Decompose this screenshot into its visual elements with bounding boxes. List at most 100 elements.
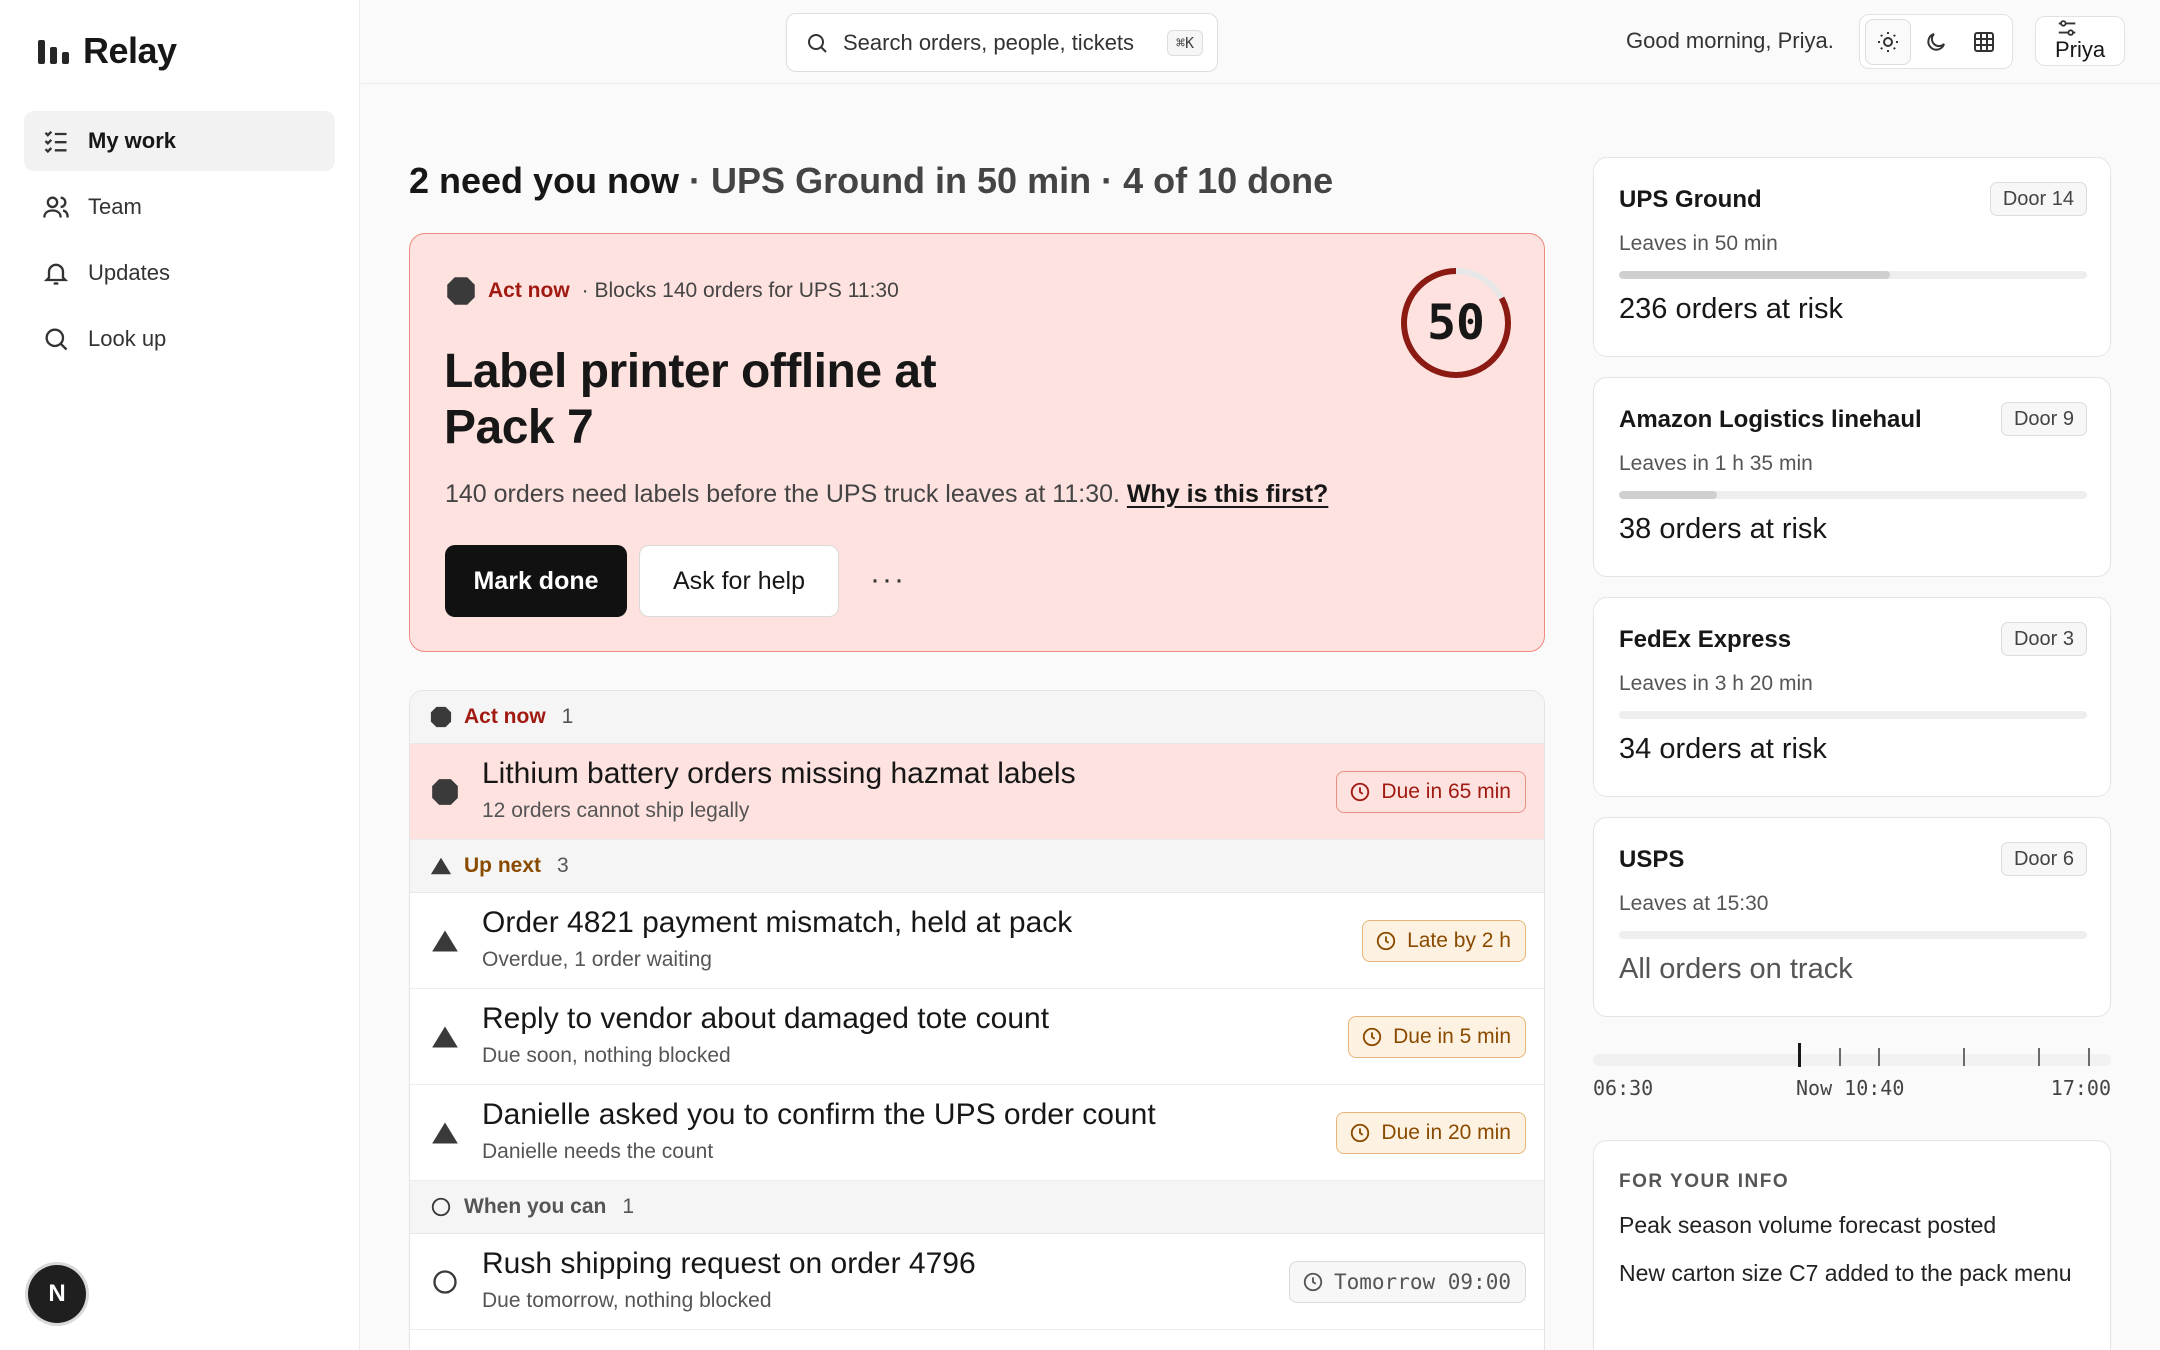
- sidebar-item-label: Look up: [88, 326, 167, 351]
- search-icon: [808, 33, 827, 53]
- mark-done-button[interactable]: Mark done: [445, 545, 627, 617]
- info-item[interactable]: Peak season volume forecast posted: [1619, 1207, 2079, 1243]
- task-subtitle: 12 orders cannot ship legally: [482, 799, 750, 822]
- sliders-icon: [2058, 20, 2076, 36]
- task-list: Act now 1 Lithium battery orders missing h…: [409, 690, 1545, 1350]
- group-count: 1: [622, 1195, 635, 1218]
- search-box[interactable]: ⌘K: [786, 13, 1218, 72]
- due-label: Due in 65 min: [1381, 780, 1511, 803]
- task-row[interactable]: Danielle asked you to confirm the UPS or…: [410, 1085, 1544, 1181]
- page-title: 2 need you now · UPS Ground in 50 min · …: [409, 160, 1333, 202]
- carrier-name: FedEx Express: [1619, 626, 1792, 653]
- task-title: Rush shipping request on order 4796: [482, 1247, 976, 1280]
- group-header-act[interactable]: Act now 1: [410, 691, 1544, 744]
- task-row[interactable]: Order 4821 payment mismatch, held at pac…: [410, 893, 1544, 989]
- carrier-name: Amazon Logistics linehaul: [1619, 406, 1922, 433]
- search-icon: [45, 328, 68, 351]
- priority-blocks: · Blocks 140 orders for UPS 11:30: [581, 279, 899, 302]
- sidebar-item-look-up[interactable]: Look up: [24, 309, 335, 369]
- group-label: Act now: [464, 705, 546, 728]
- user-name: Priya: [2054, 37, 2106, 62]
- circle-icon: [433, 1270, 457, 1294]
- priority-tag: Act now · Blocks 140 orders for UPS 11:3…: [446, 276, 899, 306]
- theme-grid-button[interactable]: [1961, 19, 2007, 65]
- sidebar-item-my-work[interactable]: My work: [24, 111, 335, 171]
- user-menu-button[interactable]: Priya: [2035, 16, 2125, 66]
- triangle-icon: [432, 1122, 458, 1144]
- task-row[interactable]: Rush shipping request on order 4796 Due t…: [410, 1234, 1544, 1330]
- timeline-now-label: Now 10:40: [1796, 1076, 1905, 1100]
- carrier-progress-fill: [1619, 271, 1891, 279]
- theme-dark-button[interactable]: [1913, 19, 1959, 65]
- sidebar-item-label: Updates: [88, 260, 170, 285]
- carrier-progress-bar: [1619, 711, 2087, 719]
- theme-light-button[interactable]: [1865, 18, 1911, 65]
- door-badge: Door 3: [2000, 622, 2087, 656]
- clock-icon: [1351, 782, 1370, 802]
- task-title: Lithium battery orders missing hazmat la…: [482, 757, 1076, 790]
- task-row[interactable]: Reply to vendor about damaged tote count…: [410, 989, 1544, 1085]
- due-label: Due in 20 min: [1381, 1121, 1511, 1144]
- group-label: Up next: [464, 854, 542, 877]
- carrier-card[interactable]: Amazon Logistics linehaul Door 9 Leaves in…: [1593, 377, 2111, 577]
- due-label: Tomorrow 09:00: [1333, 1270, 1511, 1294]
- info-item[interactable]: New carton size C7 added to the pack men…: [1619, 1255, 2079, 1291]
- countdown-value: 50: [1427, 295, 1485, 351]
- brand-logo[interactable]: Relay: [38, 30, 177, 72]
- carrier-card[interactable]: FedEx Express Door 3 Leaves in 3 h 20 min 3…: [1593, 597, 2111, 797]
- info-card: FOR YOUR INFO Peak season volume forecas…: [1593, 1140, 2111, 1350]
- carrier-progress-bar: [1619, 931, 2087, 939]
- group-header-can[interactable]: When you can 1: [410, 1181, 1544, 1234]
- timeline-now-marker: [1798, 1043, 1801, 1067]
- door-badge: Door 14: [1989, 182, 2087, 216]
- timeline-tick: [1839, 1048, 1841, 1066]
- due-badge: Tomorrow 09:00: [1288, 1261, 1526, 1303]
- carrier-departure: Leaves in 1 h 35 min: [1619, 452, 1813, 475]
- headline-progress: 4 of 10 done: [1123, 160, 1334, 201]
- due-badge: Late by 2 h: [1362, 920, 1526, 962]
- priority-description: 140 orders need labels before the UPS tr…: [445, 480, 1328, 509]
- timeline-elapsed: [1593, 1054, 1799, 1066]
- sun-icon: [1878, 31, 1898, 52]
- task-row[interactable]: Lithium battery orders missing hazmat la…: [410, 744, 1544, 840]
- door-badge: Door 6: [2000, 842, 2087, 876]
- ask-for-help-button[interactable]: Ask for help: [639, 545, 839, 617]
- carrier-risk: All orders on track: [1619, 953, 1853, 985]
- due-label: Late by 2 h: [1407, 929, 1511, 952]
- headline-truck: UPS Ground in 50 min: [711, 160, 1092, 201]
- carrier-name: UPS Ground: [1619, 186, 1762, 213]
- headline-separator: ·: [1091, 160, 1124, 201]
- group-count: 1: [561, 705, 574, 728]
- relay-logo-icon: [38, 38, 69, 64]
- circle-icon: [431, 1197, 451, 1217]
- sidebar-item-team[interactable]: Team: [24, 177, 335, 237]
- priority-title: Label printer offline at Pack 7: [444, 345, 937, 454]
- timeline-tick: [1878, 1048, 1880, 1066]
- due-badge: Due in 65 min: [1336, 771, 1526, 813]
- more-options-button[interactable]: ···: [866, 560, 910, 600]
- avatar[interactable]: N: [28, 1265, 86, 1323]
- clock-icon: [1303, 1272, 1323, 1292]
- clock-icon: [1376, 931, 1396, 951]
- carrier-card[interactable]: UPS Ground Door 14 Leaves in 50 min 236 ord…: [1593, 157, 2111, 357]
- task-title: Reply to vendor about damaged tote count: [482, 1002, 1050, 1035]
- list-check-icon: [44, 130, 67, 154]
- carrier-progress-fill: [1619, 491, 1718, 499]
- priority-card: Act now · Blocks 140 orders for UPS 11:3…: [409, 233, 1545, 652]
- timeline-start-label: 06:30: [1593, 1076, 1654, 1100]
- door-badge: Door 9: [2000, 402, 2087, 436]
- carrier-name: USPS: [1619, 846, 1685, 873]
- timeline-tick: [2038, 1048, 2040, 1066]
- bell-icon: [43, 263, 69, 285]
- sidebar-item-updates[interactable]: Updates: [24, 243, 335, 303]
- due-badge: Due in 20 min: [1336, 1112, 1526, 1154]
- carrier-card[interactable]: USPS Door 6 Leaves at 15:30 All orders on t…: [1593, 817, 2111, 1017]
- search-input[interactable]: [843, 29, 1153, 56]
- group-header-next[interactable]: Up next 3: [410, 840, 1544, 893]
- top-bar: ⌘K Good morning, Priya. Priya: [361, 0, 2160, 84]
- headline-separator: ·: [679, 160, 712, 201]
- timeline-end-label: 17:00: [2050, 1076, 2111, 1100]
- day-timeline: 06:30 Now 10:40 17:00: [1593, 1040, 2111, 1100]
- stop-octagon-icon: [432, 779, 458, 805]
- why-first-link[interactable]: Why is this first?: [1127, 480, 1328, 508]
